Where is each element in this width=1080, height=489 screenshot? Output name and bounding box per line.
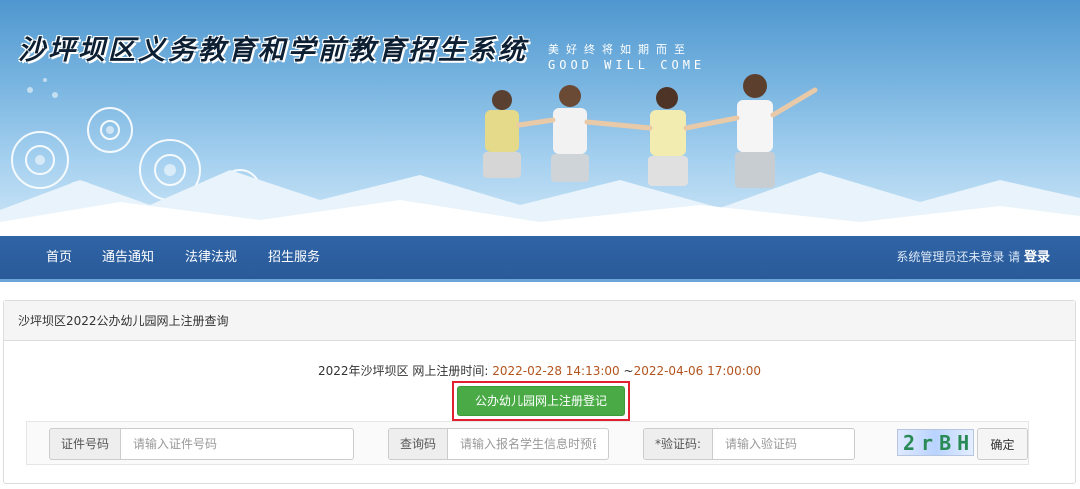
id-number-input[interactable] — [120, 428, 355, 460]
id-number-label: 证件号码 — [49, 428, 121, 460]
header-banner: 沙坪坝区义务教育和学前教育招生系统 美好终将如期而至 GOOD WILL COM… — [0, 0, 1080, 236]
nav-item-notices[interactable]: 通告通知 — [102, 236, 154, 279]
captcha-image[interactable]: 2rBH — [897, 429, 974, 456]
login-status: 系统管理员还未登录 请 登录 — [896, 236, 1050, 279]
registration-start-time: 2022-02-28 14:13:00 — [492, 364, 620, 378]
registration-end-time: 2022-04-06 17:00:00 — [633, 364, 762, 378]
site-title: 沙坪坝区义务教育和学前教育招生系统 — [18, 35, 528, 66]
captcha-label: *验证码: — [643, 428, 713, 460]
registration-time-separator: ~ — [623, 364, 634, 378]
registration-time-label: 2022年沙坪坝区 网上注册时间: — [317, 364, 489, 378]
query-code-group: 查询码 — [388, 428, 610, 460]
panel-heading: 沙坪坝区2022公办幼儿园网上注册查询 — [4, 301, 1075, 341]
main-navbar: 首页 通告通知 法律法规 招生服务 系统管理员还未登录 请 登录 — [0, 236, 1080, 282]
login-prompt: 系统管理员还未登录 请 — [896, 250, 1021, 264]
nav-item-enrollment-service[interactable]: 招生服务 — [268, 236, 320, 279]
register-button-highlight: 公办幼儿园网上注册登记 — [452, 381, 630, 421]
captcha-code: 2rBH — [903, 431, 974, 455]
registration-time: 2022年沙坪坝区 网上注册时间: 2022-02-28 14:13:00 ~2… — [4, 362, 1075, 379]
id-number-group: 证件号码 — [49, 428, 355, 460]
jumping-people-icon — [483, 74, 818, 188]
query-form: 证件号码 查询码 *验证码: 2rBH 确定 — [26, 421, 1029, 465]
nav-item-laws[interactable]: 法律法规 — [185, 236, 237, 279]
confirm-button[interactable]: 确定 — [977, 428, 1028, 460]
captcha-group: *验证码: — [643, 428, 856, 460]
captcha-input[interactable] — [712, 428, 856, 460]
query-code-label: 查询码 — [388, 428, 448, 460]
login-link[interactable]: 登录 — [1024, 250, 1050, 265]
kindergarten-register-button[interactable]: 公办幼儿园网上注册登记 — [457, 386, 625, 416]
registration-query-panel: 沙坪坝区2022公办幼儿园网上注册查询 2022年沙坪坝区 网上注册时间: 20… — [3, 300, 1076, 484]
nav-item-home[interactable]: 首页 — [46, 236, 72, 279]
slogan-chinese: 美好终将如期而至 — [548, 43, 692, 56]
slogan-english: GOOD WILL COME — [548, 58, 706, 72]
query-code-input[interactable] — [447, 428, 610, 460]
